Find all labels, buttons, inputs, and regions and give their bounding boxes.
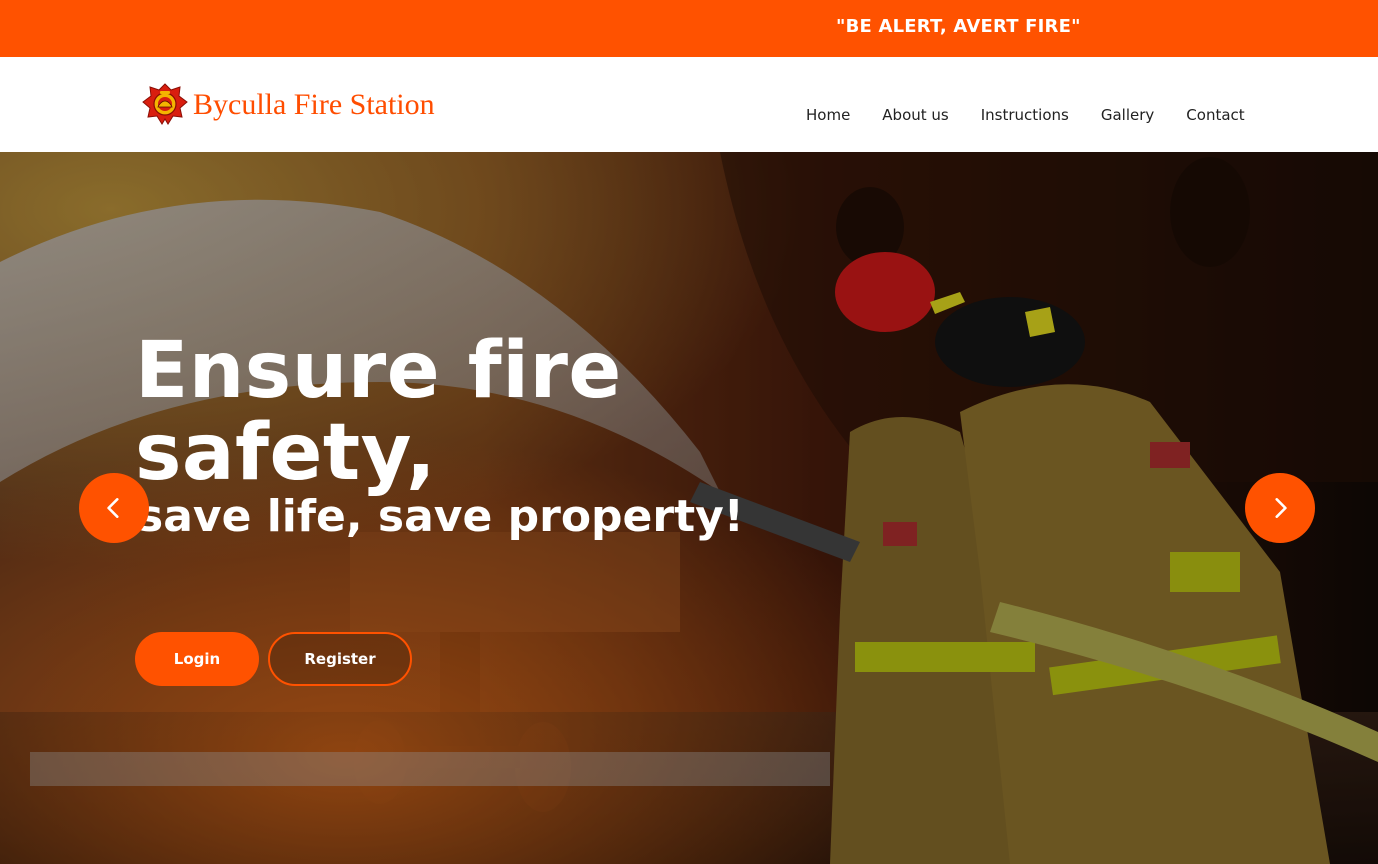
fire-department-badge-icon [142,83,188,125]
brand-name: Byculla Fire Station [193,88,435,121]
main-nav: Home About us Instructions Gallery Conta… [806,106,1245,124]
top-announcement-bar: "BE ALERT, AVERT FIRE" [0,0,1378,57]
slider-next-button[interactable] [1245,473,1315,543]
chevron-right-icon [1275,498,1287,518]
chevron-left-icon [107,498,119,518]
login-button[interactable]: Login [135,632,259,686]
nav-home[interactable]: Home [806,106,850,124]
hero-title-line1: Ensure fire [135,326,622,416]
brand-link[interactable]: Byculla Fire Station [142,83,435,125]
hero-slider: Ensure fire safety, save life, save prop… [0,152,1378,864]
nav-about-us[interactable]: About us [882,106,948,124]
hero-title-line2: safety, [135,408,437,498]
nav-contact[interactable]: Contact [1186,106,1244,124]
hero-title: Ensure fire safety, [135,330,622,494]
slogan-text: "BE ALERT, AVERT FIRE" [836,16,1081,37]
register-button[interactable]: Register [268,632,412,686]
nav-instructions[interactable]: Instructions [981,106,1069,124]
hero-subtitle: save life, save property! [137,491,744,542]
slider-prev-button[interactable] [79,473,149,543]
main-navbar: Byculla Fire Station Home About us Instr… [0,57,1378,152]
nav-gallery[interactable]: Gallery [1101,106,1154,124]
